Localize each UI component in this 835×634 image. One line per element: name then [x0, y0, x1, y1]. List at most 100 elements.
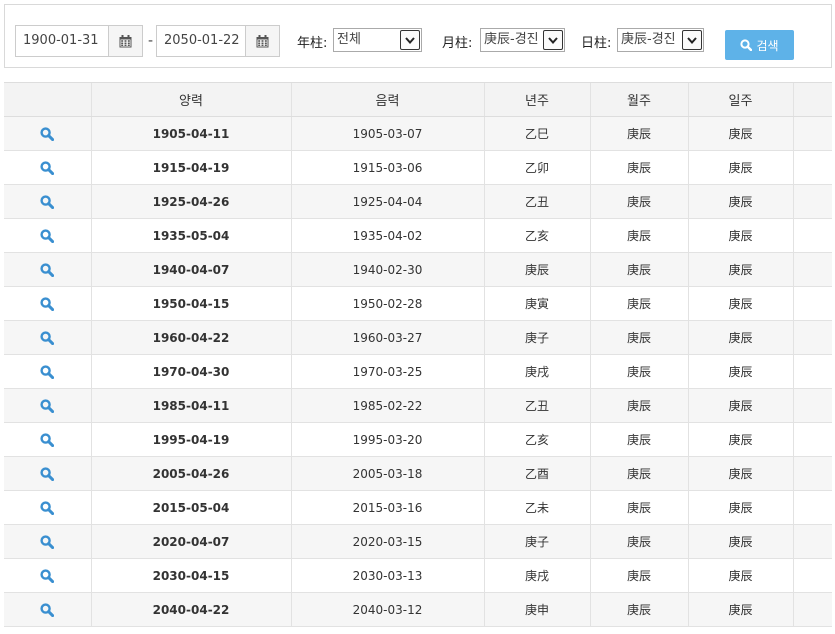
start-date-calendar-button[interactable] — [108, 25, 143, 57]
month-pillar-cell: 庚辰 — [589, 354, 688, 389]
solar-date-cell: 1935-05-04 — [90, 218, 291, 253]
extra-cell — [792, 388, 832, 423]
solar-date-cell: 1970-04-30 — [90, 354, 291, 389]
search-icon[interactable] — [40, 602, 55, 617]
day-pillar-select[interactable]: 庚辰-경진 — [617, 28, 704, 52]
end-date-input[interactable]: 2050-01-22 — [156, 25, 250, 57]
lunar-date-cell: 1995-03-20 — [290, 422, 484, 457]
row-detail-button[interactable] — [4, 592, 91, 627]
table-row[interactable]: 1960-04-22 1960-03-27 庚子 庚辰 庚辰 — [4, 320, 832, 355]
month-pillar-cell: 庚辰 — [589, 592, 688, 627]
row-detail-button[interactable] — [4, 524, 91, 559]
column-header-day-pillar: 일주 — [687, 82, 793, 117]
extra-cell — [792, 320, 832, 355]
month-pillar-cell: 庚辰 — [589, 456, 688, 491]
row-detail-button[interactable] — [4, 422, 91, 457]
search-icon[interactable] — [40, 568, 55, 583]
table-row[interactable]: 1905-04-11 1905-03-07 乙巳 庚辰 庚辰 — [4, 116, 832, 151]
search-icon[interactable] — [40, 160, 55, 175]
month-pillar-cell: 庚辰 — [589, 388, 688, 423]
day-pillar-value: 庚辰-경진 — [621, 32, 676, 47]
table-row[interactable]: 1985-04-11 1985-02-22 乙丑 庚辰 庚辰 — [4, 388, 832, 423]
row-detail-button[interactable] — [4, 218, 91, 253]
year-pillar-cell: 庚寅 — [483, 286, 590, 321]
solar-date-cell: 1950-04-15 — [90, 286, 291, 321]
year-pillar-cell: 乙未 — [483, 490, 590, 525]
lunar-date-cell: 1940-02-30 — [290, 252, 484, 287]
table-row[interactable]: 2020-04-07 2020-03-15 庚子 庚辰 庚辰 — [4, 524, 832, 559]
extra-cell — [792, 422, 832, 457]
day-pillar-cell: 庚辰 — [687, 490, 793, 525]
search-icon[interactable] — [40, 534, 55, 549]
year-pillar-select[interactable]: 전체 — [333, 28, 422, 52]
extra-cell — [792, 218, 832, 253]
day-pillar-cell: 庚辰 — [687, 422, 793, 457]
search-icon[interactable] — [40, 432, 55, 447]
day-pillar-cell: 庚辰 — [687, 388, 793, 423]
year-pillar-cell: 乙丑 — [483, 184, 590, 219]
row-detail-button[interactable] — [4, 558, 91, 593]
row-detail-button[interactable] — [4, 354, 91, 389]
search-icon[interactable] — [40, 364, 55, 379]
month-pillar-cell: 庚辰 — [589, 558, 688, 593]
search-icon[interactable] — [40, 126, 55, 141]
row-detail-button[interactable] — [4, 490, 91, 525]
table-row[interactable]: 1940-04-07 1940-02-30 庚辰 庚辰 庚辰 — [4, 252, 832, 287]
table-row[interactable]: 1935-05-04 1935-04-02 乙亥 庚辰 庚辰 — [4, 218, 832, 253]
table-row[interactable]: 2015-05-04 2015-03-16 乙未 庚辰 庚辰 — [4, 490, 832, 525]
solar-date-cell: 2005-04-26 — [90, 456, 291, 491]
column-header-action — [4, 82, 91, 117]
row-detail-button[interactable] — [4, 116, 91, 151]
extra-cell — [792, 116, 832, 151]
row-detail-button[interactable] — [4, 320, 91, 355]
solar-date-cell: 1985-04-11 — [90, 388, 291, 423]
extra-cell — [792, 524, 832, 559]
table-row[interactable]: 2005-04-26 2005-03-18 乙酉 庚辰 庚辰 — [4, 456, 832, 491]
year-pillar-cell: 庚子 — [483, 524, 590, 559]
search-icon[interactable] — [40, 194, 55, 209]
day-pillar-cell: 庚辰 — [687, 252, 793, 287]
table-row[interactable]: 1915-04-19 1915-03-06 乙卯 庚辰 庚辰 — [4, 150, 832, 185]
extra-cell — [792, 286, 832, 321]
search-icon[interactable] — [40, 330, 55, 345]
lunar-date-cell: 1950-02-28 — [290, 286, 484, 321]
search-icon[interactable] — [40, 500, 55, 515]
search-icon[interactable] — [40, 262, 55, 277]
table-body: 1905-04-11 1905-03-07 乙巳 庚辰 庚辰 1915-04-19 1915… — [4, 116, 832, 627]
start-date-input[interactable]: 1900-01-31 — [15, 25, 108, 57]
search-button[interactable]: 검색 — [725, 30, 794, 60]
search-icon[interactable] — [40, 398, 55, 413]
month-pillar-cell: 庚辰 — [589, 116, 688, 151]
table-row[interactable]: 2040-04-22 2040-03-12 庚申 庚辰 庚辰 — [4, 592, 832, 627]
table-header-row: 양력 음력 년주 월주 일주 — [4, 82, 832, 117]
table-row[interactable]: 1925-04-26 1925-04-04 乙丑 庚辰 庚辰 — [4, 184, 832, 219]
results-table: 양력 음력 년주 월주 일주 1905-04-11 1905-03-07 乙巳 庚辰庚… — [4, 82, 832, 627]
end-date-calendar-button[interactable] — [245, 25, 280, 57]
lunar-date-cell: 1915-03-06 — [290, 150, 484, 185]
year-pillar-cell: 庚戌 — [483, 354, 590, 389]
row-detail-button[interactable] — [4, 184, 91, 219]
year-pillar-cell: 庚辰 — [483, 252, 590, 287]
row-detail-button[interactable] — [4, 388, 91, 423]
chevron-down-icon — [400, 30, 420, 50]
search-icon[interactable] — [40, 466, 55, 481]
month-pillar-cell: 庚辰 — [589, 184, 688, 219]
table-row[interactable]: 1950-04-15 1950-02-28 庚寅 庚辰 庚辰 — [4, 286, 832, 321]
search-icon[interactable] — [40, 228, 55, 243]
day-pillar-cell: 庚辰 — [687, 320, 793, 355]
day-pillar-cell: 庚辰 — [687, 456, 793, 491]
month-pillar-cell: 庚辰 — [589, 218, 688, 253]
search-icon[interactable] — [40, 296, 55, 311]
row-detail-button[interactable] — [4, 456, 91, 491]
row-detail-button[interactable] — [4, 150, 91, 185]
table-row[interactable]: 2030-04-15 2030-03-13 庚戌 庚辰 庚辰 — [4, 558, 832, 593]
month-pillar-cell: 庚辰 — [589, 422, 688, 457]
table-row[interactable]: 1995-04-19 1995-03-20 乙亥 庚辰 庚辰 — [4, 422, 832, 457]
row-detail-button[interactable] — [4, 286, 91, 321]
row-detail-button[interactable] — [4, 252, 91, 287]
year-pillar-cell: 庚戌 — [483, 558, 590, 593]
date-range-separator: - — [148, 33, 154, 49]
table-row[interactable]: 1970-04-30 1970-03-25 庚戌 庚辰 庚辰 — [4, 354, 832, 389]
column-header-extra — [792, 82, 832, 117]
month-pillar-select[interactable]: 庚辰-경진 — [480, 28, 565, 52]
